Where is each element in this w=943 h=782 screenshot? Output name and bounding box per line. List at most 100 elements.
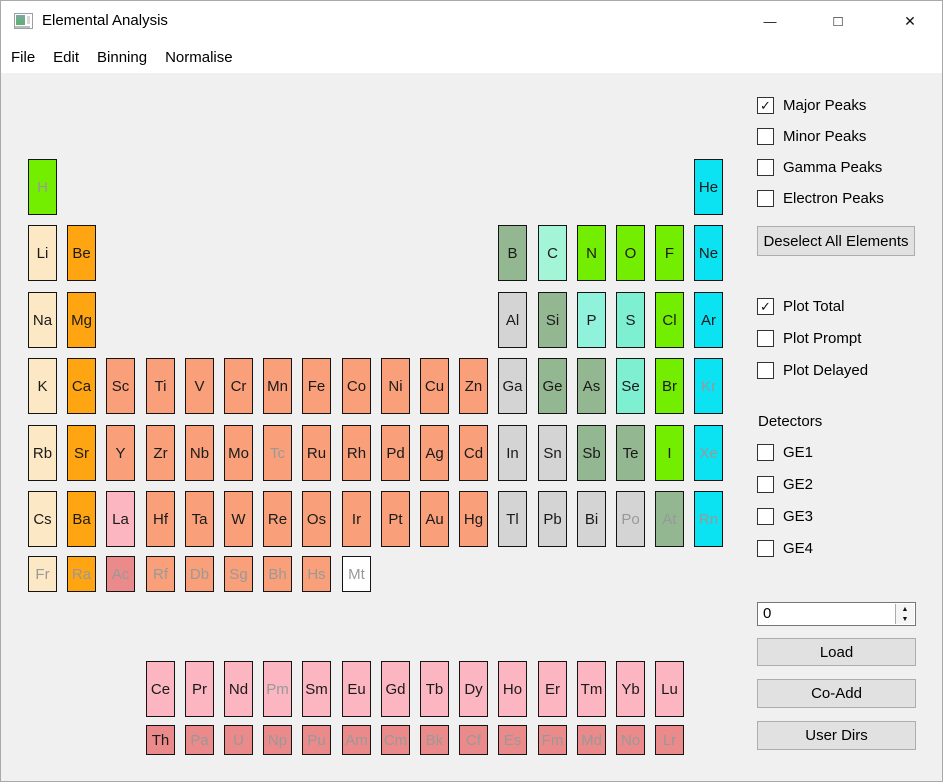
- checkbox-minor-peaks[interactable]: Minor Peaks: [757, 128, 932, 145]
- element-cell-Ni[interactable]: Ni: [381, 358, 410, 414]
- element-cell-Y[interactable]: Y: [106, 425, 135, 481]
- element-cell-Mn[interactable]: Mn: [263, 358, 292, 414]
- checkbox-box[interactable]: [757, 159, 774, 176]
- element-cell-Rh[interactable]: Rh: [342, 425, 371, 481]
- element-cell-Ne[interactable]: Ne: [694, 225, 723, 281]
- element-cell-Ag[interactable]: Ag: [420, 425, 449, 481]
- element-cell-Pd[interactable]: Pd: [381, 425, 410, 481]
- element-cell-Au[interactable]: Au: [420, 491, 449, 547]
- element-cell-Np[interactable]: Np: [263, 725, 292, 755]
- checkbox-box[interactable]: [757, 330, 774, 347]
- element-cell-Pm[interactable]: Pm: [263, 661, 292, 717]
- element-cell-V[interactable]: V: [185, 358, 214, 414]
- checkbox-box[interactable]: ✓: [757, 298, 774, 315]
- checkbox-box[interactable]: [757, 128, 774, 145]
- checkbox-plot-prompt[interactable]: Plot Prompt: [757, 330, 932, 347]
- checkbox-ge4[interactable]: GE4: [757, 540, 932, 557]
- element-cell-Ar[interactable]: Ar: [694, 292, 723, 348]
- deselect-all-elements-button[interactable]: Deselect All Elements: [757, 226, 915, 256]
- checkbox-box[interactable]: [757, 444, 774, 461]
- element-cell-Am[interactable]: Am: [342, 725, 371, 755]
- element-cell-Rf[interactable]: Rf: [146, 556, 175, 592]
- element-cell-Li[interactable]: Li: [28, 225, 57, 281]
- element-cell-Rn[interactable]: Rn: [694, 491, 723, 547]
- element-cell-Hg[interactable]: Hg: [459, 491, 488, 547]
- element-cell-Fm[interactable]: Fm: [538, 725, 567, 755]
- element-cell-Es[interactable]: Es: [498, 725, 527, 755]
- element-cell-Sn[interactable]: Sn: [538, 425, 567, 481]
- checkbox-electron-peaks[interactable]: Electron Peaks: [757, 190, 932, 207]
- element-cell-Xe[interactable]: Xe: [694, 425, 723, 481]
- element-cell-Db[interactable]: Db: [185, 556, 214, 592]
- co-add-button[interactable]: Co-Add: [757, 679, 916, 708]
- element-cell-F[interactable]: F: [655, 225, 684, 281]
- element-cell-Bh[interactable]: Bh: [263, 556, 292, 592]
- element-cell-La[interactable]: La: [106, 491, 135, 547]
- element-cell-Sm[interactable]: Sm: [302, 661, 331, 717]
- element-cell-Eu[interactable]: Eu: [342, 661, 371, 717]
- spin-up-icon[interactable]: ▲: [896, 604, 914, 614]
- element-cell-Co[interactable]: Co: [342, 358, 371, 414]
- element-cell-Ho[interactable]: Ho: [498, 661, 527, 717]
- element-cell-Sr[interactable]: Sr: [67, 425, 96, 481]
- element-cell-Ir[interactable]: Ir: [342, 491, 371, 547]
- checkbox-box[interactable]: ✓: [757, 97, 774, 114]
- element-cell-Pa[interactable]: Pa: [185, 725, 214, 755]
- element-cell-U[interactable]: U: [224, 725, 253, 755]
- element-cell-Cu[interactable]: Cu: [420, 358, 449, 414]
- element-cell-Pr[interactable]: Pr: [185, 661, 214, 717]
- element-cell-He[interactable]: He: [694, 159, 723, 215]
- element-cell-No[interactable]: No: [616, 725, 645, 755]
- element-cell-Th[interactable]: Th: [146, 725, 175, 755]
- index-spinbox[interactable]: 0 ▲ ▼: [757, 602, 916, 626]
- spinbox-value[interactable]: 0: [763, 605, 771, 622]
- spin-down-icon[interactable]: ▼: [896, 614, 914, 624]
- element-cell-Sc[interactable]: Sc: [106, 358, 135, 414]
- element-cell-Hs[interactable]: Hs: [302, 556, 331, 592]
- checkbox-ge2[interactable]: GE2: [757, 476, 932, 493]
- element-cell-Sg[interactable]: Sg: [224, 556, 253, 592]
- element-cell-N[interactable]: N: [577, 225, 606, 281]
- element-cell-Zn[interactable]: Zn: [459, 358, 488, 414]
- element-cell-Cr[interactable]: Cr: [224, 358, 253, 414]
- checkbox-gamma-peaks[interactable]: Gamma Peaks: [757, 159, 932, 176]
- element-cell-Tl[interactable]: Tl: [498, 491, 527, 547]
- element-cell-Pu[interactable]: Pu: [302, 725, 331, 755]
- element-cell-Cm[interactable]: Cm: [381, 725, 410, 755]
- element-cell-Tm[interactable]: Tm: [577, 661, 606, 717]
- element-cell-Mt[interactable]: Mt: [342, 556, 371, 592]
- element-cell-Mo[interactable]: Mo: [224, 425, 253, 481]
- element-cell-Sb[interactable]: Sb: [577, 425, 606, 481]
- element-cell-K[interactable]: K: [28, 358, 57, 414]
- element-cell-Mg[interactable]: Mg: [67, 292, 96, 348]
- element-cell-Fe[interactable]: Fe: [302, 358, 331, 414]
- element-cell-Yb[interactable]: Yb: [616, 661, 645, 717]
- checkbox-box[interactable]: [757, 190, 774, 207]
- checkbox-ge1[interactable]: GE1: [757, 444, 932, 461]
- element-cell-Zr[interactable]: Zr: [146, 425, 175, 481]
- element-cell-Lr[interactable]: Lr: [655, 725, 684, 755]
- checkbox-box[interactable]: [757, 508, 774, 525]
- element-cell-Ta[interactable]: Ta: [185, 491, 214, 547]
- element-cell-Cs[interactable]: Cs: [28, 491, 57, 547]
- element-cell-Cl[interactable]: Cl: [655, 292, 684, 348]
- element-cell-Os[interactable]: Os: [302, 491, 331, 547]
- element-cell-Bi[interactable]: Bi: [577, 491, 606, 547]
- load-button[interactable]: Load: [757, 638, 916, 666]
- element-cell-Pt[interactable]: Pt: [381, 491, 410, 547]
- element-cell-Pb[interactable]: Pb: [538, 491, 567, 547]
- element-cell-Er[interactable]: Er: [538, 661, 567, 717]
- element-cell-Tc[interactable]: Tc: [263, 425, 292, 481]
- element-cell-Ra[interactable]: Ra: [67, 556, 96, 592]
- element-cell-Ca[interactable]: Ca: [67, 358, 96, 414]
- checkbox-major-peaks[interactable]: ✓Major Peaks: [757, 97, 932, 114]
- element-cell-Ge[interactable]: Ge: [538, 358, 567, 414]
- element-cell-S[interactable]: S: [616, 292, 645, 348]
- element-cell-O[interactable]: O: [616, 225, 645, 281]
- element-cell-At[interactable]: At: [655, 491, 684, 547]
- element-cell-B[interactable]: B: [498, 225, 527, 281]
- element-cell-Kr[interactable]: Kr: [694, 358, 723, 414]
- element-cell-Md[interactable]: Md: [577, 725, 606, 755]
- element-cell-Fr[interactable]: Fr: [28, 556, 57, 592]
- element-cell-Na[interactable]: Na: [28, 292, 57, 348]
